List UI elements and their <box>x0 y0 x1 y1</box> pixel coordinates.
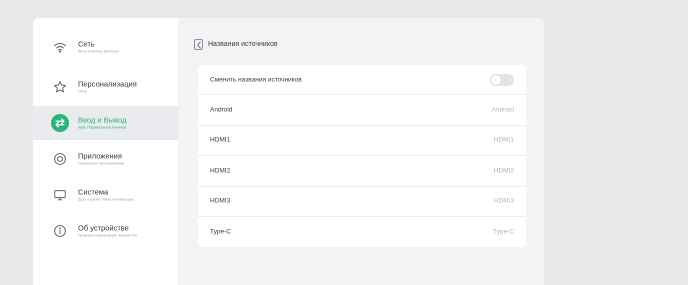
sidebar-item-title: Приложения <box>78 151 122 161</box>
sidebar-item-apps[interactable]: Приложения Управление приложениями <box>33 142 178 176</box>
source-row-type-c[interactable]: Type-C Type-C <box>198 217 526 247</box>
source-name-value: Type-C <box>493 228 514 236</box>
rename-sources-label: Сменить названия источников <box>210 76 302 84</box>
sidebar-item-title: Сеть <box>78 39 95 49</box>
sidebar-item-subtitle: Звук, Параметры источников <box>78 125 127 130</box>
settings-window: Сеть Wi-Fi, Ethernet, Bluetooth Персонал… <box>33 18 544 285</box>
content-panel: Названия источников Сменить названия ист… <box>178 18 544 285</box>
sidebar-item-title: Об устройстве <box>78 223 129 233</box>
source-label: HDMI3 <box>210 197 231 205</box>
sidebar-item-network[interactable]: Сеть Wi-Fi, Ethernet, Bluetooth <box>33 30 178 64</box>
source-row-hdmi3[interactable]: HDMI3 HDMI3 <box>198 187 526 217</box>
sidebar-item-subtitle: Управление приложениями <box>78 161 124 166</box>
source-label: HDMI2 <box>210 167 231 175</box>
sidebar-item-input-output[interactable]: Ввод и Вывод Звук, Параметры источников <box>33 106 178 140</box>
sidebar-item-subtitle: Дата и время, Язык и клавиатура <box>78 197 134 202</box>
sidebar-item-about[interactable]: Об устройстве Правовая информация, Верси… <box>33 214 178 248</box>
source-name-value: Android <box>491 106 514 114</box>
source-name-value: HDMI3 <box>493 197 514 205</box>
source-row-android[interactable]: Android Android <box>198 95 526 126</box>
sidebar-item-system[interactable]: Система Дата и время, Язык и клавиатура <box>33 178 178 212</box>
sidebar-item-title: Система <box>78 187 109 197</box>
sidebar-item-personalization[interactable]: Персонализация Обои <box>33 70 178 104</box>
source-label: HDMI1 <box>210 136 231 144</box>
rename-sources-row[interactable]: Сменить названия источников <box>198 65 526 96</box>
source-label: Android <box>210 106 233 114</box>
wifi-icon <box>52 39 68 55</box>
sidebar-item-subtitle: Правовая информация, Версия ПО <box>78 233 138 238</box>
rename-sources-toggle[interactable] <box>490 73 514 86</box>
monitor-icon <box>52 187 68 203</box>
source-row-hdmi2[interactable]: HDMI2 HDMI2 <box>198 156 526 187</box>
chevron-left-icon <box>196 41 201 48</box>
page-title: Названия источников <box>208 41 278 48</box>
source-name-value: HDMI2 <box>493 167 514 175</box>
apps-icon <box>52 151 68 167</box>
sidebar-item-subtitle: Обои <box>78 89 87 94</box>
source-names-card: Сменить названия источников Android Andr… <box>198 65 526 247</box>
info-icon <box>52 223 68 239</box>
input-output-icon <box>51 114 69 132</box>
sidebar-item-title: Персонализация <box>78 79 137 89</box>
sidebar: Сеть Wi-Fi, Ethernet, Bluetooth Персонал… <box>33 18 178 285</box>
sidebar-item-title: Ввод и Вывод <box>78 115 127 125</box>
star-icon <box>52 79 68 95</box>
source-label: Type-C <box>210 228 231 236</box>
toggle-knob <box>491 74 501 85</box>
sidebar-item-subtitle: Wi-Fi, Ethernet, Bluetooth <box>78 49 120 54</box>
sidebar-top-spacer <box>33 18 178 30</box>
source-row-hdmi1[interactable]: HDMI1 HDMI1 <box>198 126 526 157</box>
page-header: Названия источников <box>194 39 278 50</box>
back-button[interactable] <box>194 39 203 50</box>
source-name-value: HDMI1 <box>493 136 514 144</box>
